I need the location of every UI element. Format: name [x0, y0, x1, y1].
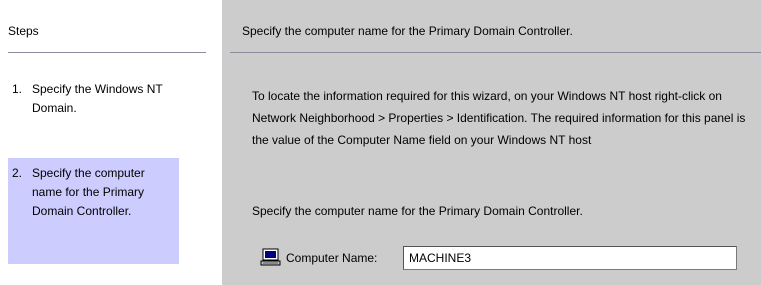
computer-name-input[interactable] [403, 246, 737, 270]
computer-icon [260, 248, 282, 268]
steps-panel: Steps 1. Specify the Windows NT Domain. … [0, 0, 222, 285]
computer-name-label: Computer Name: [286, 251, 378, 265]
step-item-1: 1. Specify the Windows NT Domain. [8, 74, 179, 152]
computer-name-row: Computer Name: [260, 246, 760, 270]
step-number: 2. [12, 166, 23, 180]
step-label: Specify the computer name for the Primar… [32, 166, 145, 218]
prompt-text: Specify the computer name for the Primar… [252, 204, 583, 218]
step-number: 1. [12, 82, 23, 96]
main-panel: Specify the computer name for the Primar… [222, 0, 761, 285]
steps-divider [8, 52, 206, 53]
steps-title: Steps [8, 24, 39, 38]
step-item-2-active: 2. Specify the computer name for the Pri… [8, 158, 179, 264]
panel-divider [230, 52, 761, 53]
step-label: Specify the Windows NT Domain. [32, 82, 163, 115]
panel-title: Specify the computer name for the Primar… [242, 24, 573, 38]
instructions-text: To locate the information required for t… [252, 89, 746, 147]
